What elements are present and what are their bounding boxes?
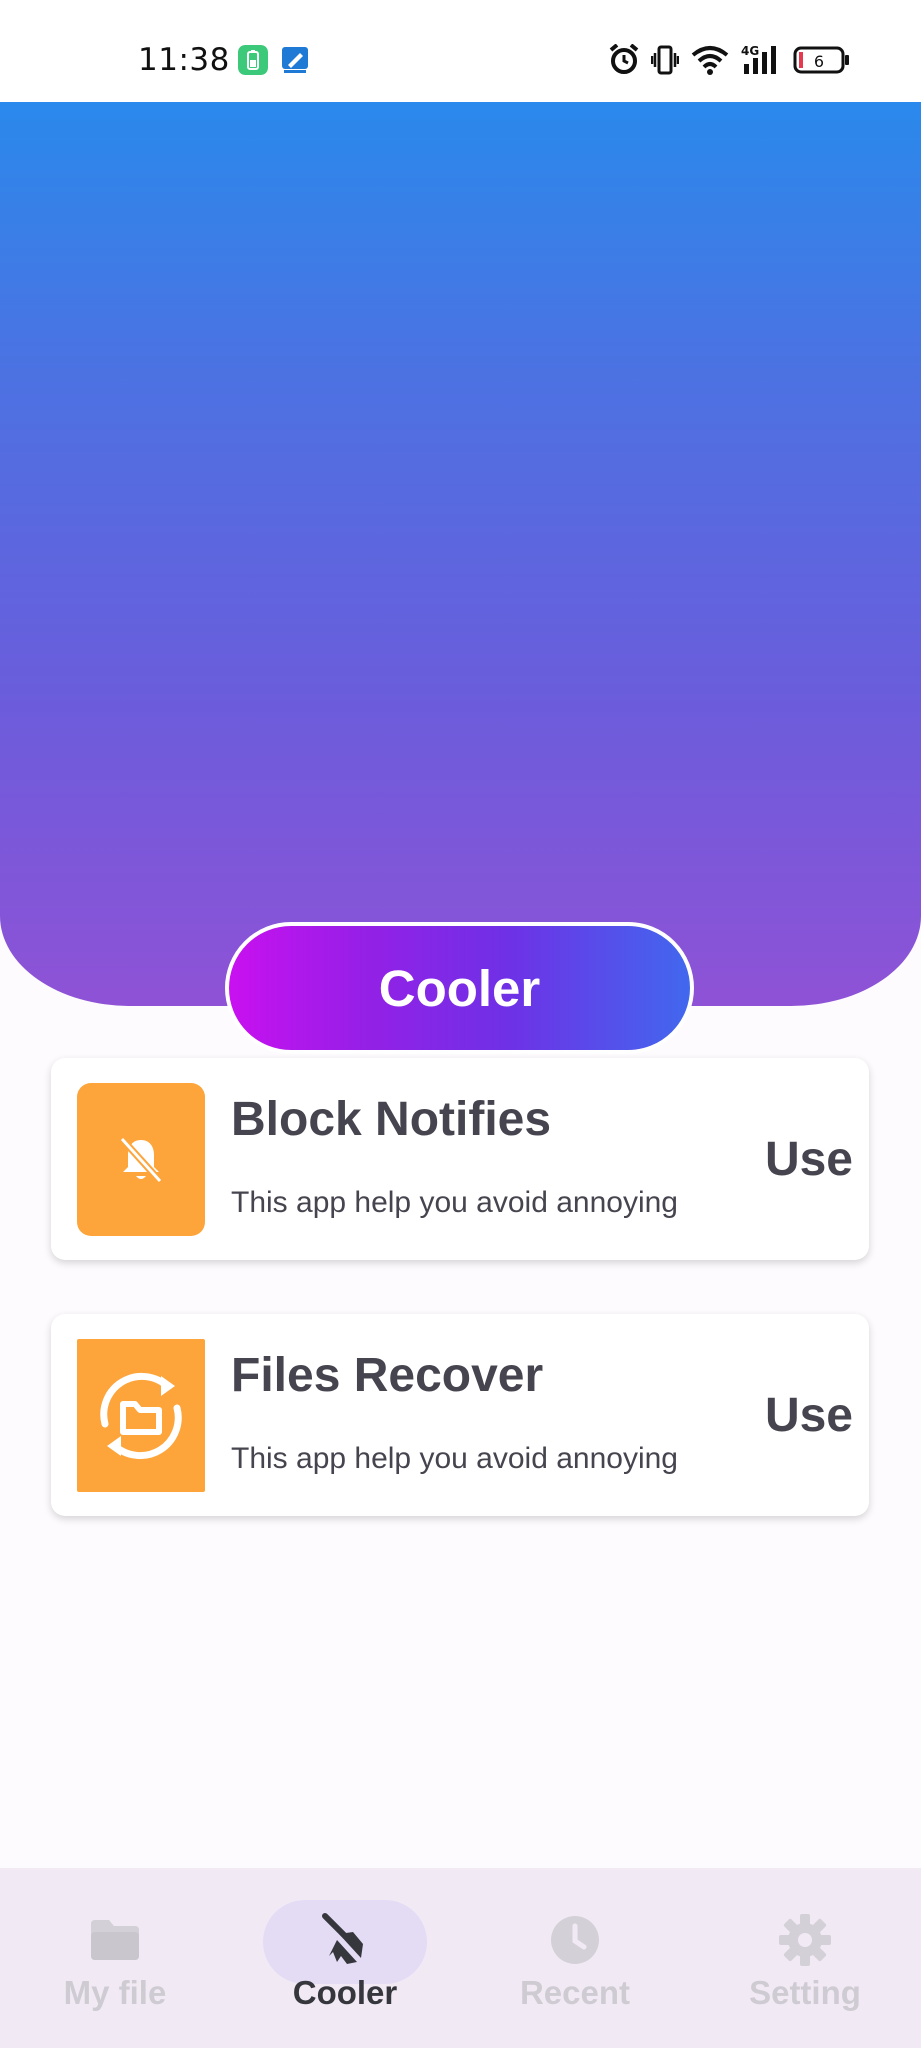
use-block-notifies-button[interactable]: Use bbox=[765, 1132, 853, 1187]
vibrate-icon bbox=[651, 45, 679, 75]
status-bar: 11:38 4G 6 bbox=[0, 0, 921, 102]
cooler-button-label: Cooler bbox=[378, 959, 541, 1017]
feature-title: Files Recover bbox=[231, 1349, 544, 1402]
battery-level: 6 bbox=[814, 52, 824, 71]
files-recover-icon-tile bbox=[77, 1339, 205, 1492]
block-notifies-icon-tile bbox=[77, 1083, 205, 1236]
gear-icon bbox=[779, 1914, 831, 1966]
folder-icon bbox=[91, 1920, 139, 1960]
status-notification-icons bbox=[238, 45, 310, 75]
feature-description: This app help you avoid annoying bbox=[231, 1186, 678, 1219]
feature-card-block-notifies[interactable]: Block Notifies This app help you avoid a… bbox=[51, 1058, 869, 1260]
nav-item-recent[interactable]: Recent bbox=[460, 1868, 690, 2048]
hero-banner: Cooler bbox=[0, 102, 921, 1054]
nav-label: Recent bbox=[519, 1974, 631, 2011]
nav-label: Cooler bbox=[292, 1974, 398, 2011]
svg-text:4G: 4G bbox=[741, 44, 759, 58]
alarm-icon bbox=[609, 44, 639, 74]
cooler-button[interactable]: Cooler bbox=[225, 922, 694, 1054]
clock-icon bbox=[551, 1916, 599, 1964]
nav-label: Setting bbox=[749, 1974, 861, 2011]
status-system-icons: 4G 6 bbox=[609, 44, 851, 76]
battery-saver-app-icon bbox=[238, 45, 268, 75]
use-files-recover-button[interactable]: Use bbox=[765, 1388, 853, 1443]
feature-card-files-recover[interactable]: Files Recover This app help you avoid an… bbox=[51, 1314, 869, 1516]
broom-icon bbox=[322, 1913, 363, 1964]
nav-item-setting[interactable]: Setting bbox=[690, 1868, 920, 2048]
wifi-icon bbox=[691, 46, 729, 75]
folder-recover-icon bbox=[100, 1372, 182, 1459]
bottom-navigation: My file Cooler Recent Setting bbox=[0, 1868, 921, 2048]
nav-label: My file bbox=[63, 1974, 167, 2011]
nav-item-cooler[interactable]: Cooler bbox=[230, 1868, 460, 2048]
feature-description: This app help you avoid annoying bbox=[231, 1442, 678, 1475]
cellular-4g-icon: 4G bbox=[741, 44, 776, 74]
editor-app-icon bbox=[282, 47, 308, 73]
battery-icon: 6 bbox=[793, 46, 849, 74]
nav-item-my-file[interactable]: My file bbox=[0, 1868, 230, 2048]
bell-off-icon bbox=[119, 1136, 163, 1183]
feature-title: Block Notifies bbox=[231, 1093, 552, 1146]
status-time: 11:38 bbox=[138, 42, 230, 78]
